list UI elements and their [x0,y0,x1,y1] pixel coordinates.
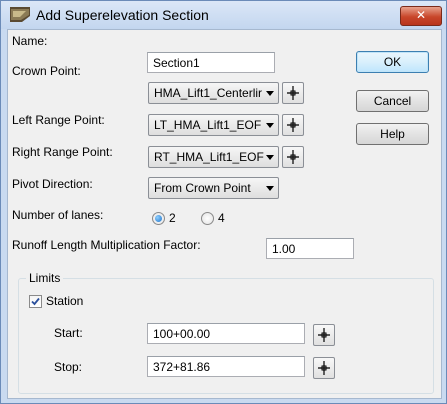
dropdown-arrow-icon [266,186,274,191]
crown-point-select[interactable]: HMA_Lift1_Centerlir [148,82,279,104]
right-range-point-label: Right Range Point: [12,145,113,159]
limits-group-title: Limits [26,271,64,285]
help-button[interactable]: Help [356,123,429,145]
stop-station-input[interactable]: 372+81.86 [147,356,305,377]
crosshair-pick-icon [287,86,299,100]
pivot-direction-label: Pivot Direction: [12,177,93,191]
title-bar[interactable]: Add Superelevation Section ✕ [1,1,446,29]
left-range-point-select[interactable]: LT_HMA_Lift1_EOF [148,114,279,136]
runoff-factor-label: Runoff Length Multiplication Factor: [12,238,201,252]
right-range-point-pick-button[interactable] [282,146,304,168]
start-station-input[interactable]: 100+00.00 [147,323,305,344]
lanes-4-radio[interactable] [201,212,214,225]
ok-button[interactable]: OK [356,51,429,73]
pivot-direction-select[interactable]: From Crown Point [148,177,279,199]
crosshair-pick-icon [318,328,330,342]
crown-point-label: Crown Point: [12,64,81,78]
dialog-title: Add Superelevation Section [36,7,209,23]
dropdown-arrow-icon [266,123,274,128]
name-input[interactable]: Section1 [147,52,275,73]
stop-pick-button[interactable] [313,357,335,379]
close-button[interactable]: ✕ [400,6,442,26]
crown-point-pick-button[interactable] [282,82,304,104]
crosshair-pick-icon [287,150,299,164]
pivot-direction-value: From Crown Point [154,181,251,195]
crosshair-pick-icon [287,118,299,132]
start-pick-button[interactable] [313,324,335,346]
cancel-button[interactable]: Cancel [356,90,429,112]
crown-point-value: HMA_Lift1_Centerlir [154,86,263,100]
crosshair-pick-icon [318,361,330,375]
right-range-point-select[interactable]: RT_HMA_Lift1_EOF [148,146,279,168]
superelevation-app-icon [10,7,30,22]
lanes-2-radio[interactable] [152,212,165,225]
right-range-point-value: RT_HMA_Lift1_EOF [154,150,264,164]
station-checkbox[interactable] [29,295,42,308]
checkmark-icon [31,297,40,306]
name-label: Name: [12,34,48,48]
station-label: Station [46,294,84,308]
lanes-2-label: 2 [169,211,176,225]
left-range-point-pick-button[interactable] [282,114,304,136]
stop-label: Stop: [54,360,83,374]
lanes-4-label: 4 [218,211,225,225]
runoff-factor-input[interactable]: 1.00 [266,238,354,259]
number-of-lanes-label: Number of lanes: [12,208,104,222]
start-label: Start: [54,326,83,340]
dropdown-arrow-icon [266,91,274,96]
left-range-point-value: LT_HMA_Lift1_EOF [154,118,262,132]
left-range-point-label: Left Range Point: [12,113,105,127]
dropdown-arrow-icon [266,155,274,160]
